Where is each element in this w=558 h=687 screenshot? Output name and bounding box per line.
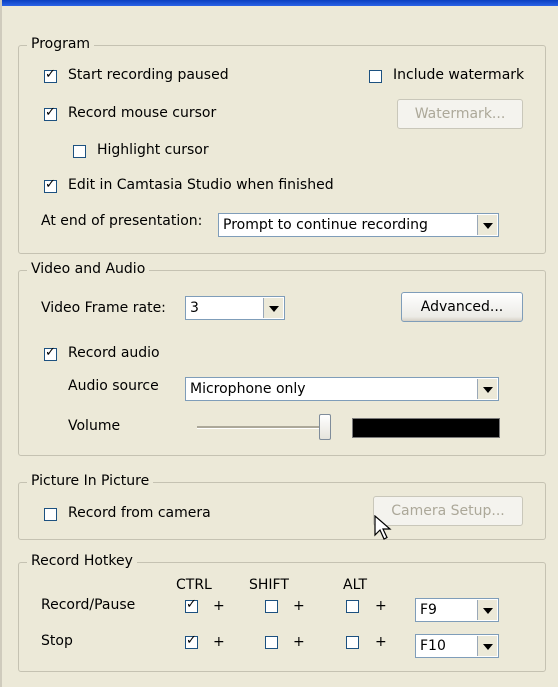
record-audio-checkbox[interactable] (44, 345, 57, 361)
record-camera-label: Record from camera (68, 505, 211, 521)
camera-setup-button[interactable]: Camera Setup... (373, 496, 523, 526)
stop-key-value: F10 (420, 638, 446, 654)
plus-sign: + (293, 634, 305, 650)
record-pause-key-select[interactable]: F9 (415, 598, 499, 622)
record-camera-checkbox[interactable] (44, 508, 57, 521)
audio-source-value: Microphone only (190, 381, 306, 397)
edit-in-studio-label: Edit in Camtasia Studio when finished (68, 177, 334, 193)
include-watermark-label: Include watermark (393, 67, 525, 83)
edit-in-studio-checkbox[interactable] (44, 177, 57, 193)
audio-source-label: Audio source (68, 378, 159, 394)
recorder-options-panel: Program Start recording paused Include w… (0, 0, 558, 687)
program-group: Program Start recording paused Include w… (18, 36, 546, 254)
stop-shift-checkbox[interactable] (265, 636, 278, 649)
plus-sign: + (213, 598, 225, 614)
highlight-cursor-checkbox[interactable] (73, 145, 86, 158)
start-paused-checkbox[interactable] (44, 67, 57, 83)
stop-alt-checkbox[interactable] (346, 636, 359, 649)
alt-header: ALT (343, 577, 368, 593)
stop-label: Stop (41, 633, 73, 649)
end-of-presentation-select[interactable]: Prompt to continue recording (218, 213, 499, 237)
hotkey-group-title: Record Hotkey (27, 553, 137, 569)
plus-sign: + (375, 634, 387, 650)
chevron-down-icon[interactable] (477, 379, 497, 399)
ctrl-header: CTRL (176, 577, 212, 593)
stop-ctrl-checkbox[interactable] (185, 633, 198, 649)
advanced-button[interactable]: Advanced... (401, 292, 523, 322)
volume-level-meter (352, 418, 500, 438)
mouse-cursor-icon (374, 515, 392, 540)
plus-sign: + (293, 598, 305, 614)
stop-key-select[interactable]: F10 (415, 634, 499, 658)
volume-slider-thumb[interactable] (319, 414, 332, 440)
chevron-down-icon[interactable] (477, 215, 497, 235)
highlight-cursor-label: Highlight cursor (97, 142, 209, 158)
record-pause-shift-checkbox[interactable] (265, 600, 278, 613)
include-watermark-checkbox[interactable] (369, 70, 382, 83)
shift-header: SHIFT (249, 577, 289, 593)
record-pause-key-value: F9 (420, 602, 437, 618)
pip-group-title: Picture In Picture (27, 473, 154, 489)
pip-group: Picture In Picture Record from camera Ca… (18, 473, 546, 540)
plus-sign: + (375, 598, 387, 614)
title-bar-strip (2, 0, 558, 6)
plus-sign: + (213, 634, 225, 650)
program-group-title: Program (27, 36, 95, 52)
chevron-down-icon[interactable] (477, 636, 497, 656)
record-cursor-label: Record mouse cursor (68, 105, 217, 121)
video-audio-group: Video and Audio Video Frame rate: 3 Adva… (18, 261, 546, 456)
frame-rate-value: 3 (190, 300, 199, 316)
frame-rate-label: Video Frame rate: (41, 300, 166, 316)
record-pause-alt-checkbox[interactable] (346, 600, 359, 613)
audio-source-select[interactable]: Microphone only (185, 377, 499, 401)
record-cursor-checkbox[interactable] (44, 105, 57, 121)
volume-label: Volume (68, 418, 121, 434)
chevron-down-icon[interactable] (263, 298, 283, 318)
volume-slider-track[interactable] (197, 426, 329, 429)
watermark-button[interactable]: Watermark... (397, 99, 523, 129)
hotkey-group: Record Hotkey CTRL SHIFT ALT Record/Paus… (18, 553, 546, 672)
record-pause-label: Record/Pause (41, 597, 136, 613)
start-paused-label: Start recording paused (68, 67, 229, 83)
end-of-presentation-value: Prompt to continue recording (223, 217, 428, 233)
record-audio-label: Record audio (68, 345, 160, 361)
record-pause-ctrl-checkbox[interactable] (185, 597, 198, 613)
frame-rate-select[interactable]: 3 (185, 296, 285, 320)
end-of-presentation-label: At end of presentation: (41, 213, 203, 229)
video-audio-group-title: Video and Audio (27, 261, 150, 277)
chevron-down-icon[interactable] (477, 600, 497, 620)
